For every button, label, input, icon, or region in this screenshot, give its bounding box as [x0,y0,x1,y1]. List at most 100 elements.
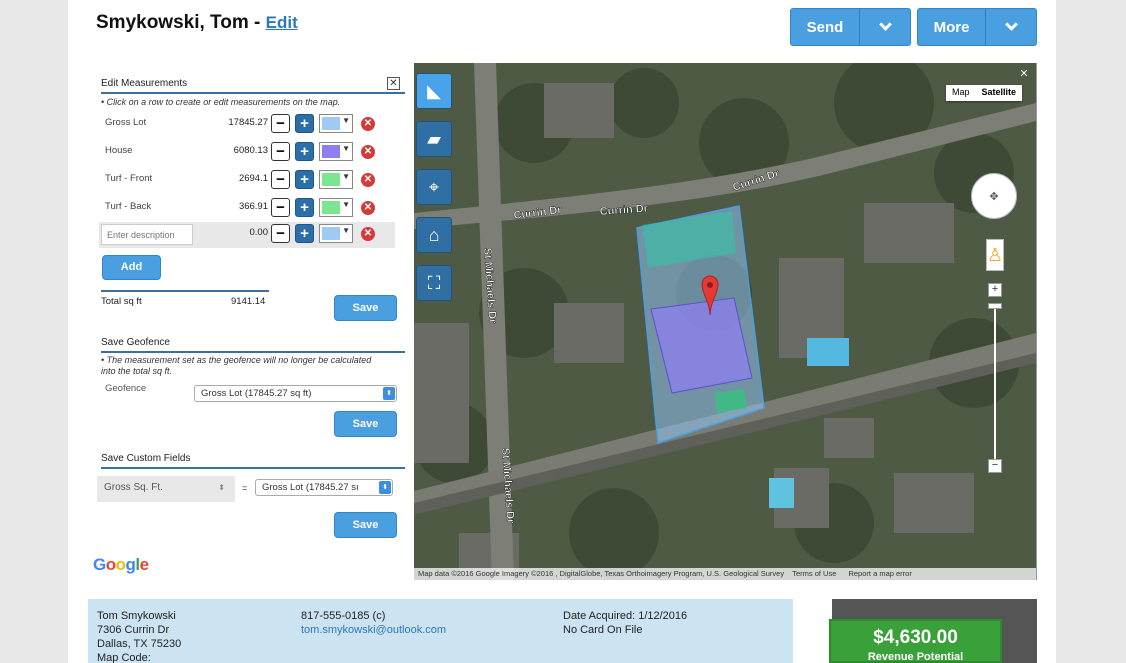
measurement-row[interactable]: House 6080.13 − + ▼ ✕ [99,140,395,166]
section-divider [101,92,405,94]
custom-field-select[interactable]: Gross Sq. Ft. ⬍ [97,476,235,502]
color-picker[interactable]: ▼ [319,224,353,243]
zoom-slider-track[interactable] [994,303,996,459]
zoom-control[interactable]: + − [988,283,1002,473]
custom-value-select[interactable]: Gross Lot (17845.27 sı ⬍ [255,479,393,496]
contact-email-link[interactable]: tom.smykowski@outlook.com [301,624,446,636]
more-dropdown-button[interactable] [986,9,1036,45]
more-button-group[interactable]: More [917,8,1037,46]
plus-button[interactable]: + [295,142,314,161]
geofence-note: • The measurement set as the geofence wi… [101,355,372,376]
map-type-control[interactable]: Map Satellite [946,85,1023,101]
plus-button[interactable]: + [295,224,314,243]
color-picker[interactable]: ▼ [319,142,353,161]
zoom-out-button[interactable]: − [988,459,1002,473]
geofence-selected: Gross Lot (17845.27 sq ft) [201,388,312,399]
color-picker[interactable]: ▼ [319,170,353,189]
google-logo: Google [93,555,149,574]
delete-icon[interactable]: ✕ [361,173,375,187]
measure-tool-button[interactable]: ▰ [416,121,452,157]
save-geofence-button[interactable]: Save [334,411,397,437]
add-button[interactable]: Add [102,255,161,280]
crosshair-icon: ⌖ [428,176,440,197]
minus-button[interactable]: − [271,198,290,217]
revenue-label: Revenue Potential [867,651,964,663]
date-acquired: Date Acquired: 1/12/2016 [563,610,688,622]
delete-icon[interactable]: ✕ [361,227,375,241]
zoom-in-button[interactable]: + [988,283,1002,297]
edit-link[interactable]: Edit [266,13,298,32]
color-picker[interactable]: ▼ [319,114,353,133]
plus-button[interactable]: + [295,198,314,217]
custom-value-selected: Gross Lot (17845.27 sı [262,482,359,493]
new-measurement-row[interactable]: 0.00 − + ▼ ✕ [99,222,395,248]
plus-button[interactable]: + [295,114,314,133]
measurement-row[interactable]: Turf - Back 366.91 − + ▼ ✕ [99,196,395,222]
card-status: No Card On File [563,624,643,636]
ruler-icon: ▰ [427,128,441,149]
satellite-map[interactable]: Currin Dr Currin Dr Currin Dr St Michael… [414,63,1036,580]
measurement-name: Turf - Back [105,201,152,212]
minus-button[interactable]: − [271,114,290,133]
send-button[interactable]: Send [791,9,860,45]
pan-control-icon[interactable]: ✥ [971,173,1017,219]
measurement-panel: Edit Measurements ✕ • Click on a row to … [87,63,414,580]
send-dropdown-button[interactable] [860,9,910,45]
minus-button[interactable]: − [271,224,290,243]
fullscreen-tool-button[interactable]: ⛶ [416,265,452,301]
measurement-value: 2694.1 [238,173,268,184]
street-view-pegman-icon[interactable]: ♙ [986,239,1004,271]
home-icon: ⌂ [428,224,440,245]
contact-city: Dallas, TX 75230 [97,638,182,650]
send-button-group[interactable]: Send [790,8,911,46]
minus-button[interactable]: − [271,142,290,161]
save-custom-fields-button[interactable]: Save [334,512,397,538]
measurement-row[interactable]: Gross Lot 17845.27 − + ▼ ✕ [99,112,395,138]
terms-link[interactable]: Terms of Use [792,569,836,578]
caret-down-icon: ▼ [342,144,350,153]
delete-icon[interactable]: ✕ [361,145,375,159]
attribution-text: Map data ©2016 Google Imagery ©2016 , Di… [418,569,785,578]
color-swatch [322,117,340,130]
delete-icon[interactable]: ✕ [361,117,375,131]
set-square-icon: ◣ [427,80,441,101]
locate-tool-button[interactable]: ⌖ [416,169,452,205]
home-tool-button[interactable]: ⌂ [416,217,452,253]
customer-name: Smykowski, Tom - [96,12,266,33]
contact-phone: 817-555-0185 (c) [301,610,386,622]
measurement-name: House [105,145,133,156]
geofence-select[interactable]: Gross Lot (17845.27 sq ft) ⬍ [194,385,397,402]
map-type-satellite[interactable]: Satellite [976,85,1023,101]
contact-street: 7306 Currin Dr [97,624,170,636]
plus-button[interactable]: + [295,170,314,189]
caret-down-icon: ▼ [342,226,350,235]
more-button[interactable]: More [918,9,986,45]
map-type-map[interactable]: Map [946,85,976,101]
ruler-tool-button[interactable]: ◣ [416,73,452,109]
revenue-amount: $4,630.00 [873,627,958,648]
caret-down-icon: ▼ [342,172,350,181]
caret-down-icon: ▼ [342,116,350,125]
color-swatch [322,145,340,158]
panel-close-button[interactable]: ✕ [387,77,400,90]
total-value: 9141.14 [231,296,266,307]
save-measurements-button[interactable]: Save [334,295,397,321]
zoom-slider-handle[interactable] [988,303,1002,309]
measurement-value: 6080.13 [233,145,268,156]
color-picker[interactable]: ▼ [319,198,353,217]
contact-name: Tom Smykowski [97,610,176,622]
map-close-icon[interactable]: ✕ [1018,68,1030,80]
page-title: Smykowski, Tom - Edit [96,12,298,34]
select-arrows-icon: ⬍ [379,481,391,494]
description-input[interactable] [101,224,193,245]
measurement-row[interactable]: Turf - Front 2694.1 − + ▼ ✕ [99,168,395,194]
contact-info-panel: Tom Smykowski 7306 Currin Dr Dallas, TX … [88,599,793,663]
minus-button[interactable]: − [271,170,290,189]
measurement-name: Gross Lot [105,117,147,128]
delete-icon[interactable]: ✕ [361,201,375,215]
custom-fields-title: Save Custom Fields [101,453,191,464]
revenue-potential-badge: $4,630.00 Revenue Potential [829,619,1002,663]
edit-measurements-note: • Click on a row to create or edit measu… [101,97,341,107]
color-swatch [322,227,340,240]
report-error-link[interactable]: Report a map error [848,569,911,578]
